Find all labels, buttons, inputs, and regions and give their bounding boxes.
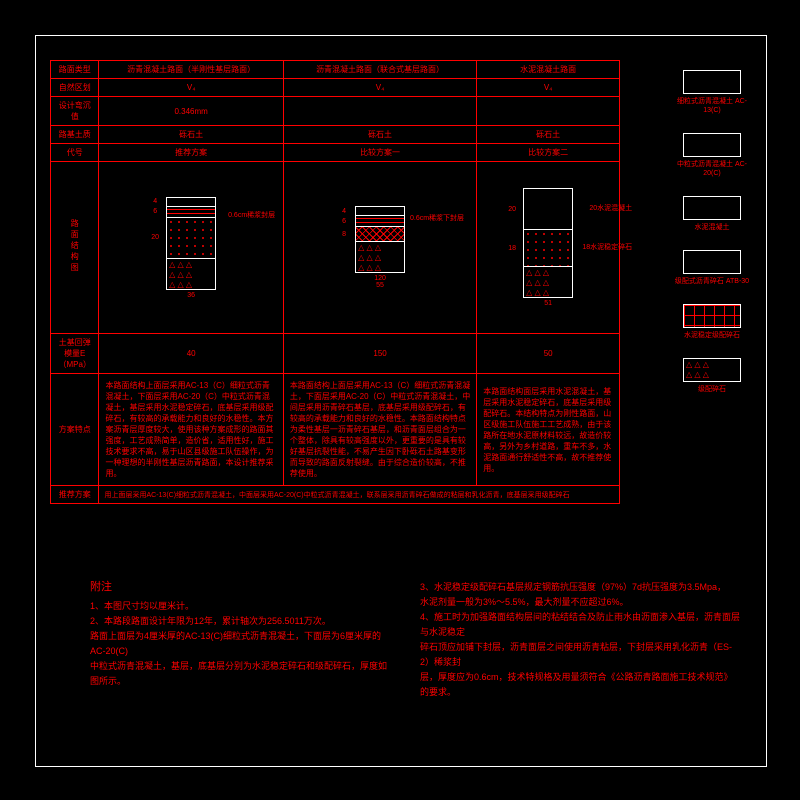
hdr-type: 路面类型 xyxy=(51,61,99,79)
scheme-1-section: 4 6 200.6cm稀浆封层 15 36 xyxy=(99,162,283,334)
section-label: 路面结构图 xyxy=(69,219,80,274)
cad-drawing: 路面类型沥青混凝土路面（半刚性基层路面）沥青混凝土路面（联合式基层路面）水泥混凝… xyxy=(0,0,800,800)
layers-3: 2020水泥混凝土 1818水泥稳定碎石 1515级配碎石 51 xyxy=(523,188,573,307)
scheme-3-section: 2020水泥混凝土 1818水泥稳定碎石 1515级配碎石 51 xyxy=(477,162,620,334)
layers-1: 4 6 200.6cm稀浆封层 15 36 xyxy=(166,197,216,299)
notes-left: 附注 1、本图尺寸均以厘米计。 2、本路段路面设计年限为12年，累计轴次为256… xyxy=(90,580,390,689)
comparison-table: 路面类型沥青混凝土路面（半刚性基层路面）沥青混凝土路面（联合式基层路面）水泥混凝… xyxy=(50,60,620,504)
scheme-2-section: 4 6 80.6cm稀浆下封层 15 12055 xyxy=(283,162,476,334)
layers-2: 4 6 80.6cm稀浆下封层 15 12055 xyxy=(355,206,405,289)
notes-right: 3、水泥稳定级配碎石基层规定钢筋抗压强度（97%）7d抗压强度为3.5Mpa， … xyxy=(420,580,740,700)
legend: 细粒式沥青混凝土 AC-13(C) 中粒式沥青混凝土 AC-20(C) 水泥混凝… xyxy=(672,70,752,412)
notes-title: 附注 xyxy=(90,580,390,595)
